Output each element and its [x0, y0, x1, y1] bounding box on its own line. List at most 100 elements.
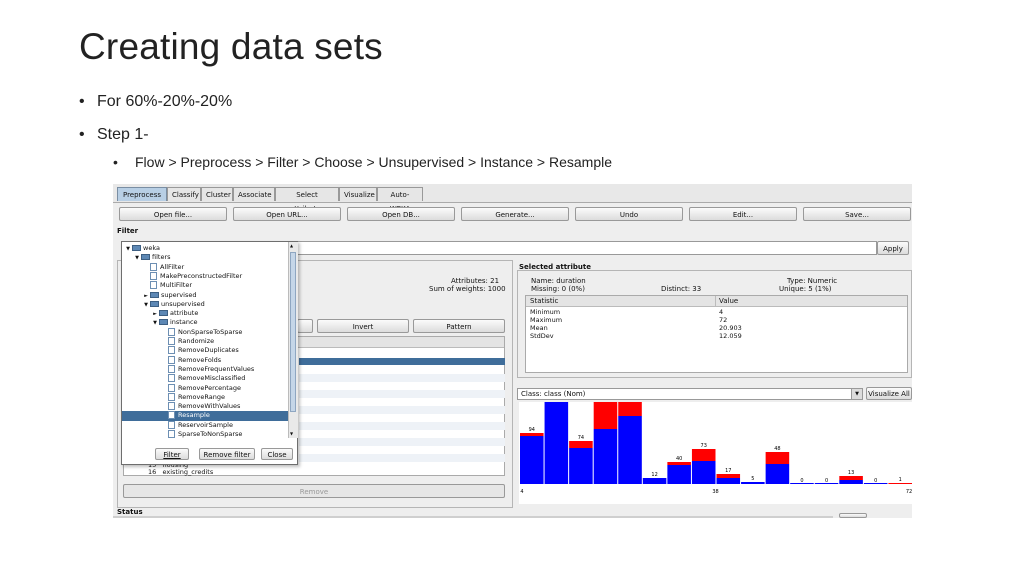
class-select[interactable]: Class: class (Nom) ▼ [517, 388, 863, 400]
scroll-thumb[interactable] [290, 252, 296, 412]
histogram-bar-blue [520, 436, 544, 484]
tree-item[interactable]: ▼ unsupervised [122, 300, 288, 310]
tree-item-label: NonSparseToSparse [178, 327, 243, 336]
tree-scrollbar[interactable]: ▲ ▼ [288, 242, 298, 438]
attr-name: Name: duration [531, 277, 586, 285]
generate-button[interactable]: Generate... [461, 207, 569, 221]
tree-item[interactable]: RemoveDuplicates [122, 346, 288, 356]
bullet-2: • Step 1- [79, 126, 149, 144]
tree-item[interactable]: RemovePercentage [122, 383, 288, 394]
remove-button[interactable]: Remove [123, 484, 505, 498]
stat-name: Maximum [530, 316, 563, 324]
col-value: Value [719, 297, 739, 305]
tree-item[interactable]: Resample [122, 411, 288, 421]
histogram-bar-red [520, 433, 544, 436]
scroll-up-icon[interactable]: ▲ [290, 243, 293, 248]
sum-of-weights: Sum of weights: 1000 [429, 285, 506, 293]
tab-associate[interactable]: Associate [233, 187, 275, 201]
table-row: Maximum 72 [526, 316, 907, 324]
status-heading: Status [117, 508, 143, 516]
filter-heading: Filter [117, 227, 139, 235]
tree-item[interactable]: RemoveRange [122, 392, 288, 403]
tree-item[interactable]: MultiFilter [122, 281, 288, 291]
histogram-count-label: 1 [899, 477, 902, 483]
attributes-count: Attributes: 21 [451, 277, 500, 285]
table-row[interactable] [299, 406, 505, 414]
tree-item[interactable]: ▼ instance [122, 318, 288, 328]
attribute-row-existing-credits[interactable]: 16 existing_credits [148, 468, 213, 476]
histogram-axis-tick: 38 [712, 489, 718, 495]
pattern-button[interactable]: Pattern [413, 319, 505, 333]
folder-icon [159, 319, 168, 326]
tab-classify[interactable]: Classify [167, 187, 201, 201]
visualize-all-button[interactable]: Visualize All [866, 387, 912, 400]
edit-button[interactable]: Edit... [689, 207, 797, 221]
attr-unique: Unique: 5 (1%) [779, 285, 832, 293]
histogram-bar-red [569, 441, 593, 448]
attr-distinct: Distinct: 33 [661, 285, 702, 293]
col-statistic: Statistic [530, 297, 559, 305]
histogram-bar-blue [667, 465, 691, 484]
tab-cluster[interactable]: Cluster [201, 187, 233, 201]
tree-item-label: RemoveMisclassified [178, 374, 246, 383]
tree-item[interactable]: ▼ weka [122, 244, 288, 254]
tree-item[interactable]: RemoveFrequentValues [122, 364, 288, 375]
undo-button[interactable]: Undo [575, 207, 683, 221]
attr-type: Type: Numeric [787, 277, 838, 285]
invert-button[interactable]: Invert [317, 319, 409, 333]
stat-value: 12.059 [719, 332, 742, 340]
tab-visualize[interactable]: Visualize [339, 187, 377, 201]
tree-item[interactable]: RemoveWithValues [122, 402, 288, 412]
tree-item[interactable]: RemoveMisclassified [122, 374, 288, 384]
tree-item[interactable]: ▼ filters [122, 253, 288, 263]
chevron-down-icon[interactable]: ▼ [851, 389, 862, 399]
tree-item[interactable]: ► supervised [122, 291, 288, 301]
file-icon [168, 374, 175, 383]
bullet-glyph: • [79, 93, 85, 110]
slide-title: Creating data sets [79, 26, 383, 67]
statistics-header: Statistic Value [526, 296, 907, 307]
histogram: 94266741871891240731754800130143872 [519, 334, 912, 504]
table-row[interactable] [299, 374, 505, 382]
folder-icon [159, 310, 168, 317]
log-button[interactable] [839, 513, 867, 518]
table-row: Mean 20.903 [526, 324, 907, 332]
histogram-count-label: 0 [800, 478, 803, 484]
histogram-count-label: 73 [701, 443, 707, 449]
tree-item[interactable]: AllFilter [122, 262, 288, 273]
filter-field[interactable] [297, 241, 877, 255]
tab-preprocess[interactable]: Preprocess [117, 187, 167, 201]
tree-item[interactable]: NonSparseToSparse [122, 327, 288, 338]
table-row[interactable] [299, 390, 505, 398]
histogram-bar-red [618, 386, 642, 416]
tree-item[interactable]: RemoveFolds [122, 355, 288, 366]
tree-item[interactable]: SparseToNonSparse [122, 430, 288, 440]
tree-item-label: MultiFilter [160, 281, 192, 290]
filter-button[interactable]: Filter [155, 448, 189, 460]
open-url-button[interactable]: Open URL... [233, 207, 341, 221]
table-row[interactable] [299, 438, 505, 446]
tab-auto-weka[interactable]: Auto-WEKA [377, 187, 423, 213]
open-file-button[interactable]: Open file... [119, 207, 227, 221]
file-icon [150, 262, 157, 271]
file-icon [168, 364, 175, 373]
tree-item[interactable]: MakePreconstructedFilter [122, 271, 288, 282]
histogram-bar-red [765, 452, 790, 464]
apply-button[interactable]: Apply [877, 241, 909, 255]
save-button[interactable]: Save... [803, 207, 911, 221]
table-row[interactable] [299, 454, 505, 462]
tab-select-attributes[interactable]: Select attributes [275, 187, 339, 213]
open-db-button[interactable]: Open DB... [347, 207, 455, 221]
table-row[interactable] [299, 422, 505, 430]
histogram-count-label: 48 [774, 446, 780, 452]
tree-item[interactable]: ► attribute [122, 309, 288, 319]
all-button[interactable] [297, 319, 313, 333]
tree-item[interactable]: ReservoirSample [122, 420, 288, 431]
tree-item[interactable]: Randomize [122, 337, 288, 347]
tree-item-label: RemovePercentage [178, 383, 241, 392]
scroll-down-icon[interactable]: ▼ [290, 431, 293, 436]
remove-filter-button[interactable]: Remove filter [199, 448, 255, 460]
selected-attribute-row[interactable] [299, 358, 505, 365]
close-button[interactable]: Close [261, 448, 293, 460]
sub-bullet-text: Flow > Preprocess > Filter > Choose > Un… [135, 154, 613, 170]
